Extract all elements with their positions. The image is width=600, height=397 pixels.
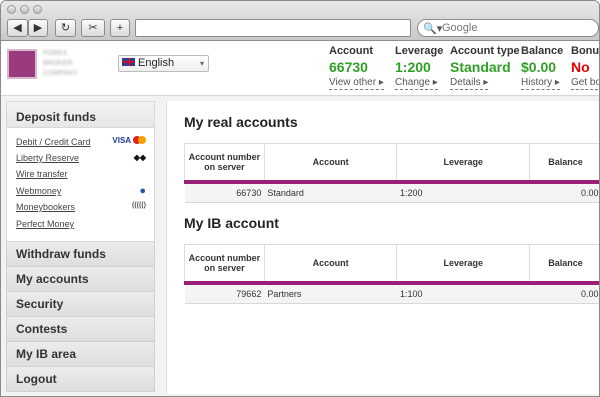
search-placeholder: Google bbox=[442, 22, 478, 34]
main-panel: My real accounts Account number on serve… bbox=[166, 101, 599, 394]
stat-value: No bbox=[571, 59, 590, 75]
cell-account-number: 79662 bbox=[184, 282, 265, 304]
nav-contests[interactable]: Contests bbox=[6, 317, 155, 342]
stat-value: $0.00 bbox=[521, 59, 557, 75]
stat-value: 66730 bbox=[329, 59, 368, 75]
language-select[interactable]: English ▾ bbox=[118, 55, 209, 72]
payment-link-webmoney[interactable]: Webmoney bbox=[16, 186, 61, 196]
stat-value: Standard bbox=[450, 59, 511, 75]
col-account-number: Account number on server bbox=[184, 143, 265, 184]
search-icon: 🔍▾ bbox=[423, 23, 443, 35]
col-leverage: Leverage bbox=[396, 244, 531, 285]
webmoney-icon: ● bbox=[139, 185, 146, 197]
stat-leverage: Leverage 1:200 Change ▸ bbox=[395, 45, 443, 90]
search-input[interactable]: 🔍▾ Google bbox=[417, 19, 599, 37]
language-value: English bbox=[138, 57, 175, 69]
forward-icon: ▶ bbox=[33, 22, 43, 34]
address-bar[interactable] bbox=[135, 19, 411, 37]
history-link[interactable]: History ▸ bbox=[521, 77, 560, 90]
nav-withdraw-funds[interactable]: Withdraw funds bbox=[6, 242, 155, 267]
nav-security[interactable]: Security bbox=[6, 292, 155, 317]
company-name: FOREX BROKER COMPANY bbox=[43, 50, 78, 77]
nav-logout[interactable]: Logout bbox=[6, 367, 155, 392]
table-row[interactable]: 66730 Standard 1:200 0.00 bbox=[184, 181, 599, 203]
cell-account: Partners bbox=[264, 282, 397, 304]
browser-window: ◀ ▶ ↻ ✂ + 🔍▾ Google FOREX BROKER COMPANY… bbox=[0, 0, 600, 397]
stat-bonus: Bonus No Get bonus bbox=[571, 45, 600, 90]
table-header-row: Account number on server Account Leverag… bbox=[184, 244, 599, 285]
stat-balance: Balance $0.00 History ▸ bbox=[521, 45, 563, 90]
uk-flag-icon bbox=[122, 58, 135, 66]
stat-label: Leverage bbox=[395, 45, 444, 57]
change-leverage-link[interactable]: Change ▸ bbox=[395, 77, 438, 90]
visa-mastercard-icon: VISA bbox=[112, 136, 146, 145]
nav-my-ib-area[interactable]: My IB area bbox=[6, 342, 155, 367]
view-other-link[interactable]: View other ▸ bbox=[329, 77, 384, 90]
clip-button[interactable]: ✂ bbox=[81, 19, 105, 37]
site-header: FOREX BROKER COMPANY English ▾ Account 6… bbox=[1, 41, 600, 95]
visa-logo-text: VISA bbox=[112, 136, 131, 145]
get-bonus-link[interactable]: Get bonus bbox=[571, 77, 599, 90]
back-icon: ◀ bbox=[13, 22, 22, 34]
ib-account-title: My IB account bbox=[184, 215, 279, 231]
payment-link-wire-transfer[interactable]: Wire transfer bbox=[16, 169, 68, 179]
close-window-button[interactable] bbox=[7, 5, 16, 14]
chevron-down-icon: ▾ bbox=[199, 59, 204, 68]
clip-icon: ✂ bbox=[88, 22, 98, 34]
details-link[interactable]: Details ▸ bbox=[450, 77, 489, 90]
stat-label: Account bbox=[329, 45, 373, 57]
reload-icon: ↻ bbox=[60, 22, 71, 34]
stat-label: Balance bbox=[521, 45, 564, 57]
payment-link-perfect-money[interactable]: Perfect Money bbox=[16, 219, 74, 229]
deposit-funds-title: Deposit funds bbox=[7, 102, 154, 128]
stat-account: Account 66730 View other ▸ bbox=[329, 45, 384, 90]
nav-my-accounts[interactable]: My accounts bbox=[6, 267, 155, 292]
stat-label: Account type bbox=[450, 45, 520, 57]
liberty-reserve-icon: ◆◆ bbox=[133, 153, 146, 162]
stat-label: Bonus bbox=[571, 45, 600, 57]
stat-account-type: Account type Standard Details ▸ bbox=[450, 45, 520, 90]
payment-link-card[interactable]: Debit / Credit Card bbox=[16, 137, 91, 147]
col-balance: Balance bbox=[529, 143, 599, 184]
col-balance: Balance bbox=[529, 244, 599, 285]
back-button[interactable]: ◀ bbox=[7, 19, 28, 37]
col-account-number: Account number on server bbox=[184, 244, 265, 285]
deposit-funds-panel: Deposit funds Debit / Credit Card VISA L… bbox=[6, 101, 155, 242]
real-accounts-title: My real accounts bbox=[184, 114, 298, 130]
ib-account-table: Account number on server Account Leverag… bbox=[184, 244, 599, 304]
forward-button[interactable]: ▶ bbox=[28, 19, 48, 37]
plus-icon: + bbox=[116, 22, 124, 34]
col-account: Account bbox=[263, 143, 398, 184]
col-account: Account bbox=[263, 244, 398, 285]
reload-button[interactable]: ↻ bbox=[55, 19, 76, 37]
col-leverage: Leverage bbox=[396, 143, 531, 184]
cell-leverage: 1:100 bbox=[396, 282, 530, 304]
cell-leverage: 1:200 bbox=[396, 181, 530, 203]
cell-account-number: 66730 bbox=[184, 181, 265, 203]
table-row[interactable]: 79662 Partners 1:100 0.00 bbox=[184, 282, 599, 304]
real-accounts-table: Account number on server Account Leverag… bbox=[184, 143, 599, 203]
zoom-window-button[interactable] bbox=[33, 5, 42, 14]
page-content: Deposit funds Debit / Credit Card VISA L… bbox=[1, 95, 599, 396]
window-controls bbox=[7, 5, 42, 14]
cell-balance: 0.00 bbox=[529, 282, 599, 304]
sidebar: Deposit funds Debit / Credit Card VISA L… bbox=[6, 101, 155, 394]
add-bookmark-button[interactable]: + bbox=[110, 19, 130, 37]
cell-account: Standard bbox=[264, 181, 397, 203]
payment-link-moneybookers[interactable]: Moneybookers bbox=[16, 202, 75, 212]
stat-value: 1:200 bbox=[395, 59, 431, 75]
moneybookers-icon: ((((() bbox=[132, 202, 146, 209]
browser-toolbar: ◀ ▶ ↻ ✂ + 🔍▾ Google bbox=[1, 1, 599, 41]
cell-balance: 0.00 bbox=[529, 181, 599, 203]
minimize-window-button[interactable] bbox=[20, 5, 29, 14]
table-header-row: Account number on server Account Leverag… bbox=[184, 143, 599, 184]
company-logo[interactable] bbox=[7, 49, 37, 79]
payment-link-liberty-reserve[interactable]: Liberty Reserve bbox=[16, 153, 79, 163]
